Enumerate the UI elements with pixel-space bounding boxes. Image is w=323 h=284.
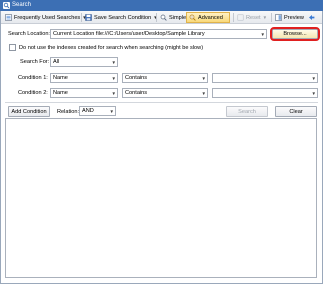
preview-label: Preview <box>284 14 304 21</box>
condition1-operator-value: Contains <box>125 75 148 81</box>
chevron-down-icon: ▼ <box>111 76 116 81</box>
toolbar-separator <box>271 13 272 22</box>
frequently-used-searches-label: Frequently Used Searches <box>14 14 81 21</box>
simple-mode-label: Simple <box>169 14 187 21</box>
reset-label: Reset <box>246 14 261 21</box>
search-button[interactable]: Search <box>226 106 268 117</box>
reset-icon <box>237 14 244 21</box>
chevron-down-icon: ▼ <box>260 32 265 37</box>
chevron-down-icon: ▼ <box>201 91 206 96</box>
condition1-operator-dropdown[interactable]: Contains ▼ <box>122 73 208 83</box>
search-button-label: Search <box>238 108 256 115</box>
relation-value: AND <box>82 108 94 114</box>
add-condition-button[interactable]: Add Condition <box>8 106 50 117</box>
chevron-down-icon: ▼ <box>111 91 116 96</box>
condition2-label: Condition 2: <box>18 90 48 96</box>
chevron-down-icon: ▼ <box>311 91 316 96</box>
chevron-down-icon: ▼ <box>262 15 268 20</box>
list-icon <box>5 14 12 21</box>
advanced-search-icon <box>189 14 196 21</box>
advanced-mode-label: Advanced <box>198 14 223 21</box>
search-window-icon <box>3 2 10 9</box>
arrow-left-icon <box>309 15 315 20</box>
back-arrow-button[interactable] <box>306 12 317 23</box>
preview-button[interactable]: Preview <box>273 12 306 23</box>
condition2-value-input[interactable]: ▼ <box>212 88 318 98</box>
relation-dropdown[interactable]: AND ▼ <box>79 106 116 116</box>
search-for-dropdown[interactable]: All ▼ <box>50 57 118 67</box>
search-location-label: Search Location: <box>8 31 50 37</box>
clear-button[interactable]: Clear <box>275 106 317 117</box>
toolbar-separator <box>233 13 234 22</box>
save-icon <box>85 14 92 21</box>
save-search-condition-label: Save Search Condition <box>94 14 152 21</box>
search-location-dropdown[interactable]: Current Location file:///C:/Users/user/D… <box>50 29 267 39</box>
condition1-field-value: Name <box>53 75 68 81</box>
add-condition-label: Add Condition <box>11 108 47 115</box>
toolbar: Frequently Used Searches ▼ Save Search C… <box>1 11 322 24</box>
browse-highlight-annotation <box>270 27 320 41</box>
advanced-mode-button[interactable]: Advanced <box>186 12 230 23</box>
title-bar: Search <box>0 0 323 11</box>
condition2-field-dropdown[interactable]: Name ▼ <box>50 88 118 98</box>
search-results-pane[interactable] <box>5 118 317 278</box>
clear-button-label: Clear <box>289 108 303 115</box>
simple-mode-button[interactable]: Simple <box>158 12 188 23</box>
section-divider <box>5 102 318 103</box>
reset-button[interactable]: Reset ▼ <box>235 12 269 23</box>
no-index-label: Do not use the indexes created for searc… <box>19 45 204 51</box>
frequently-used-searches-button[interactable]: Frequently Used Searches ▼ <box>3 12 89 23</box>
save-search-condition-button[interactable]: Save Search Condition ▼ <box>83 12 160 23</box>
toolbar-separator <box>81 13 82 22</box>
relation-label: Relation: <box>57 109 80 115</box>
chevron-down-icon: ▼ <box>111 60 116 65</box>
no-index-checkbox[interactable] <box>9 44 16 51</box>
toolbar-separator <box>156 13 157 22</box>
condition1-label: Condition 1: <box>18 75 48 81</box>
condition1-value-input[interactable]: ▼ <box>212 73 318 83</box>
condition2-operator-value: Contains <box>125 90 148 96</box>
search-for-label: Search For: <box>20 59 50 65</box>
window-title: Search <box>12 2 32 8</box>
condition1-field-dropdown[interactable]: Name ▼ <box>50 73 118 83</box>
chevron-down-icon: ▼ <box>201 76 206 81</box>
preview-icon <box>275 14 282 21</box>
chevron-down-icon: ▼ <box>109 109 114 114</box>
condition2-operator-dropdown[interactable]: Contains ▼ <box>122 88 208 98</box>
condition2-field-value: Name <box>53 90 68 96</box>
search-location-value: Current Location file:///C:/Users/user/D… <box>53 31 205 37</box>
simple-search-icon <box>160 14 167 21</box>
chevron-down-icon: ▼ <box>311 76 316 81</box>
search-for-value: All <box>53 59 60 65</box>
